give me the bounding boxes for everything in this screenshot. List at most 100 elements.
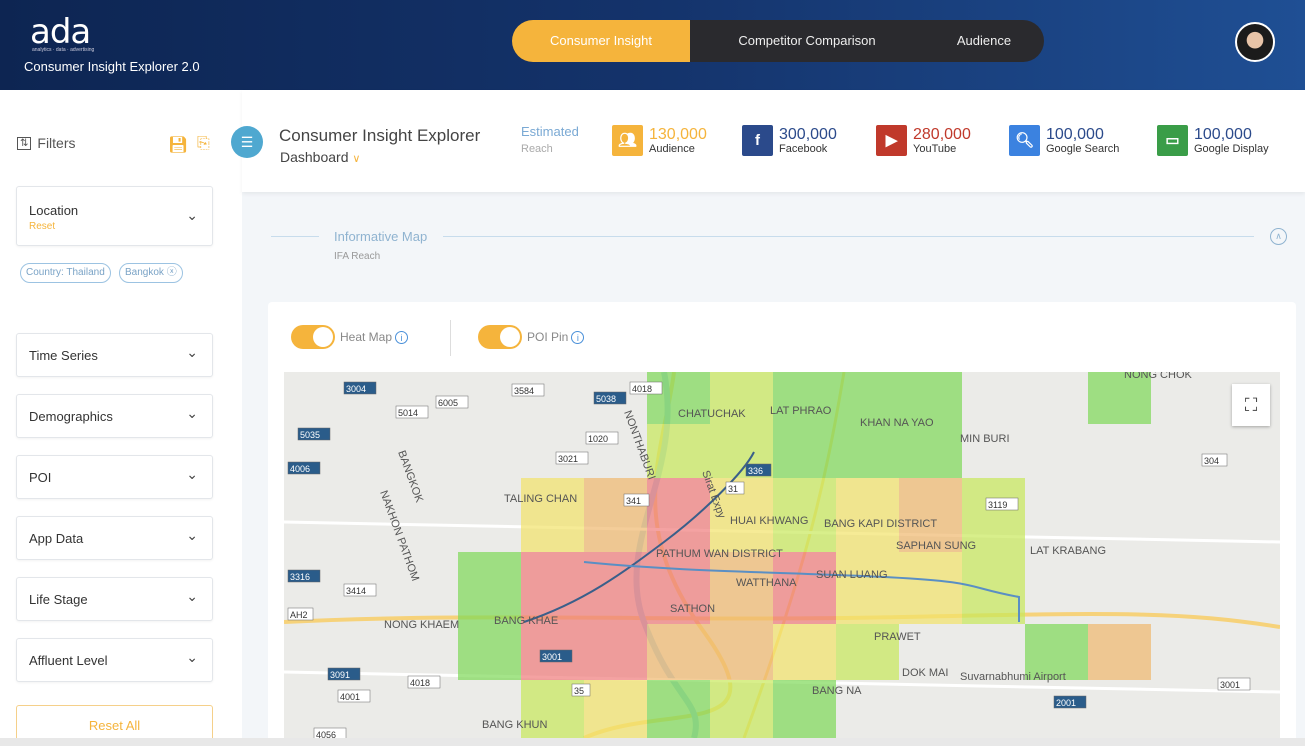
road-number: 3091 [330, 670, 350, 680]
filter-label: Time Series [29, 348, 98, 363]
filter-app-data[interactable]: App Data ⌄ [16, 516, 213, 560]
map-label: KHAN NA YAO [860, 417, 934, 429]
road-number: 5035 [300, 430, 320, 440]
estimated-label: Estimated [521, 124, 579, 139]
map-label: BANG KHUN [482, 719, 547, 731]
heat-cell [899, 552, 962, 624]
map-label: LAT KRABANG [1030, 545, 1106, 557]
heat-cell [647, 680, 710, 738]
map-label: SAPHAN SUNG [896, 540, 976, 552]
filter-time-series[interactable]: Time Series ⌄ [16, 333, 213, 377]
tab-consumer-insight[interactable]: Consumer Insight [512, 20, 690, 62]
save-icon[interactable]: 💾︎ [168, 135, 188, 155]
poi-pin-toggle[interactable] [478, 325, 522, 349]
chip-bangkok[interactable]: Bangkok ⓧ [119, 263, 183, 283]
stat-youtube: ▶ 280,000 YouTube [876, 125, 971, 156]
chip-label: Bangkok [125, 267, 164, 278]
dashboard-label: Dashboard [280, 149, 349, 165]
road-number: 3004 [346, 384, 366, 394]
road-number: 2001 [1056, 698, 1076, 708]
map-label: DOK MAI [902, 667, 948, 679]
stat-name: Audience [649, 143, 695, 155]
filter-label: Demographics [29, 409, 113, 424]
heat-cell [710, 680, 773, 738]
map-label: BANG KHAE [494, 615, 558, 627]
map-label: NONG CHOK [1124, 372, 1193, 381]
road-number: 4001 [340, 692, 360, 702]
heat-cell [1088, 624, 1151, 680]
filter-poi[interactable]: POI ⌄ [16, 455, 213, 499]
avatar[interactable] [1235, 22, 1275, 62]
info-icon[interactable]: i [395, 331, 409, 344]
heat-map-label: Heat Map i [340, 330, 409, 344]
chip-country[interactable]: Country: Thailand [20, 263, 111, 283]
filter-label: POI [29, 470, 52, 485]
stat-name: Facebook [779, 143, 828, 155]
road-number: 3001 [542, 652, 562, 662]
fullscreen-button[interactable]: ⛶ [1232, 384, 1270, 426]
filter-label: Affluent Level [29, 653, 108, 668]
audience-icon: 👥︎ [612, 125, 643, 156]
heat-cell [521, 478, 584, 552]
filter-life-stage[interactable]: Life Stage ⌄ [16, 577, 213, 621]
road-number: 3414 [346, 586, 366, 596]
heat-cell [584, 680, 647, 738]
app-header: ada analytics · data · advertising Consu… [0, 0, 1305, 90]
logo: ada [30, 12, 91, 52]
heat-cell [836, 424, 899, 478]
heat-cell [647, 424, 710, 478]
map-canvas[interactable]: CHATUCHAK LAT PHRAO KHAN NA YAO MIN BURI NON… [284, 372, 1280, 738]
stat-facebook: f 300,000 Facebook [742, 125, 837, 156]
map-label: NONG KHAEM [384, 619, 459, 631]
load-filter-icon[interactable]: ⎘ [197, 135, 210, 153]
road-number: 304 [1204, 456, 1219, 466]
map-label: HUAI KHWANG [730, 515, 808, 527]
heat-cell [962, 552, 1025, 624]
road-number: 1020 [588, 434, 608, 444]
stat-name: YouTube [913, 143, 957, 155]
stat-value: 300,000 [779, 126, 837, 143]
filters-icon: ⇅ [17, 136, 32, 150]
stat-google-search: 🔍︎ 100,000 Google Search [1009, 125, 1119, 156]
road-number: 3316 [290, 572, 310, 582]
stat-google-display: ▭ 100,000 Google Display [1157, 125, 1269, 156]
dashboard-dropdown[interactable]: Dashboard ∨ [280, 149, 360, 165]
poi-pin-label: POI Pin i [527, 330, 585, 344]
tab-audience[interactable]: Audience [924, 20, 1044, 62]
map-label: SATHON [670, 603, 715, 615]
map-label: BANG NA [812, 685, 862, 697]
road-number: 35 [574, 686, 584, 696]
reach-label: Reach [521, 143, 553, 155]
road-number: 4006 [290, 464, 310, 474]
location-reset-link[interactable]: Reset [29, 221, 55, 232]
road-number: 31 [728, 484, 738, 494]
collapse-sidebar-button[interactable]: ☰ [231, 126, 263, 158]
road-number: 3119 [988, 500, 1007, 510]
road-number: 6005 [438, 398, 458, 408]
chevron-down-icon: ⌄ [186, 466, 198, 482]
heat-map[interactable]: CHATUCHAK LAT PHRAO KHAN NA YAO MIN BURI NON… [284, 372, 1280, 738]
divider [450, 320, 451, 356]
tab-competitor-comparison[interactable]: Competitor Comparison [690, 20, 924, 62]
heat-map-toggle[interactable] [291, 325, 335, 349]
road-number: 336 [748, 466, 763, 476]
heat-cell [521, 552, 584, 624]
road-number: 3021 [558, 454, 578, 464]
heat-cell [458, 624, 521, 680]
divider [443, 236, 1254, 237]
filter-location[interactable]: Location Reset ⌄ [16, 186, 213, 246]
filter-label: Life Stage [29, 592, 88, 607]
heat-cell [773, 624, 836, 680]
filter-demographics[interactable]: Demographics ⌄ [16, 394, 213, 438]
section-title: Informative Map [334, 229, 428, 244]
heat-cell [836, 552, 899, 624]
road-number: 4018 [632, 384, 652, 394]
stat-audience: 👥︎ 130,000 Audience [612, 125, 707, 156]
map-label: BANGKOK [395, 449, 425, 505]
divider [271, 236, 319, 237]
filter-affluent-level[interactable]: Affluent Level ⌄ [16, 638, 213, 682]
chevron-down-icon: ⌄ [186, 588, 198, 604]
info-icon[interactable]: i [571, 331, 585, 344]
close-icon[interactable]: ⓧ [167, 267, 177, 278]
collapse-section-icon[interactable]: ∧ [1270, 228, 1287, 245]
